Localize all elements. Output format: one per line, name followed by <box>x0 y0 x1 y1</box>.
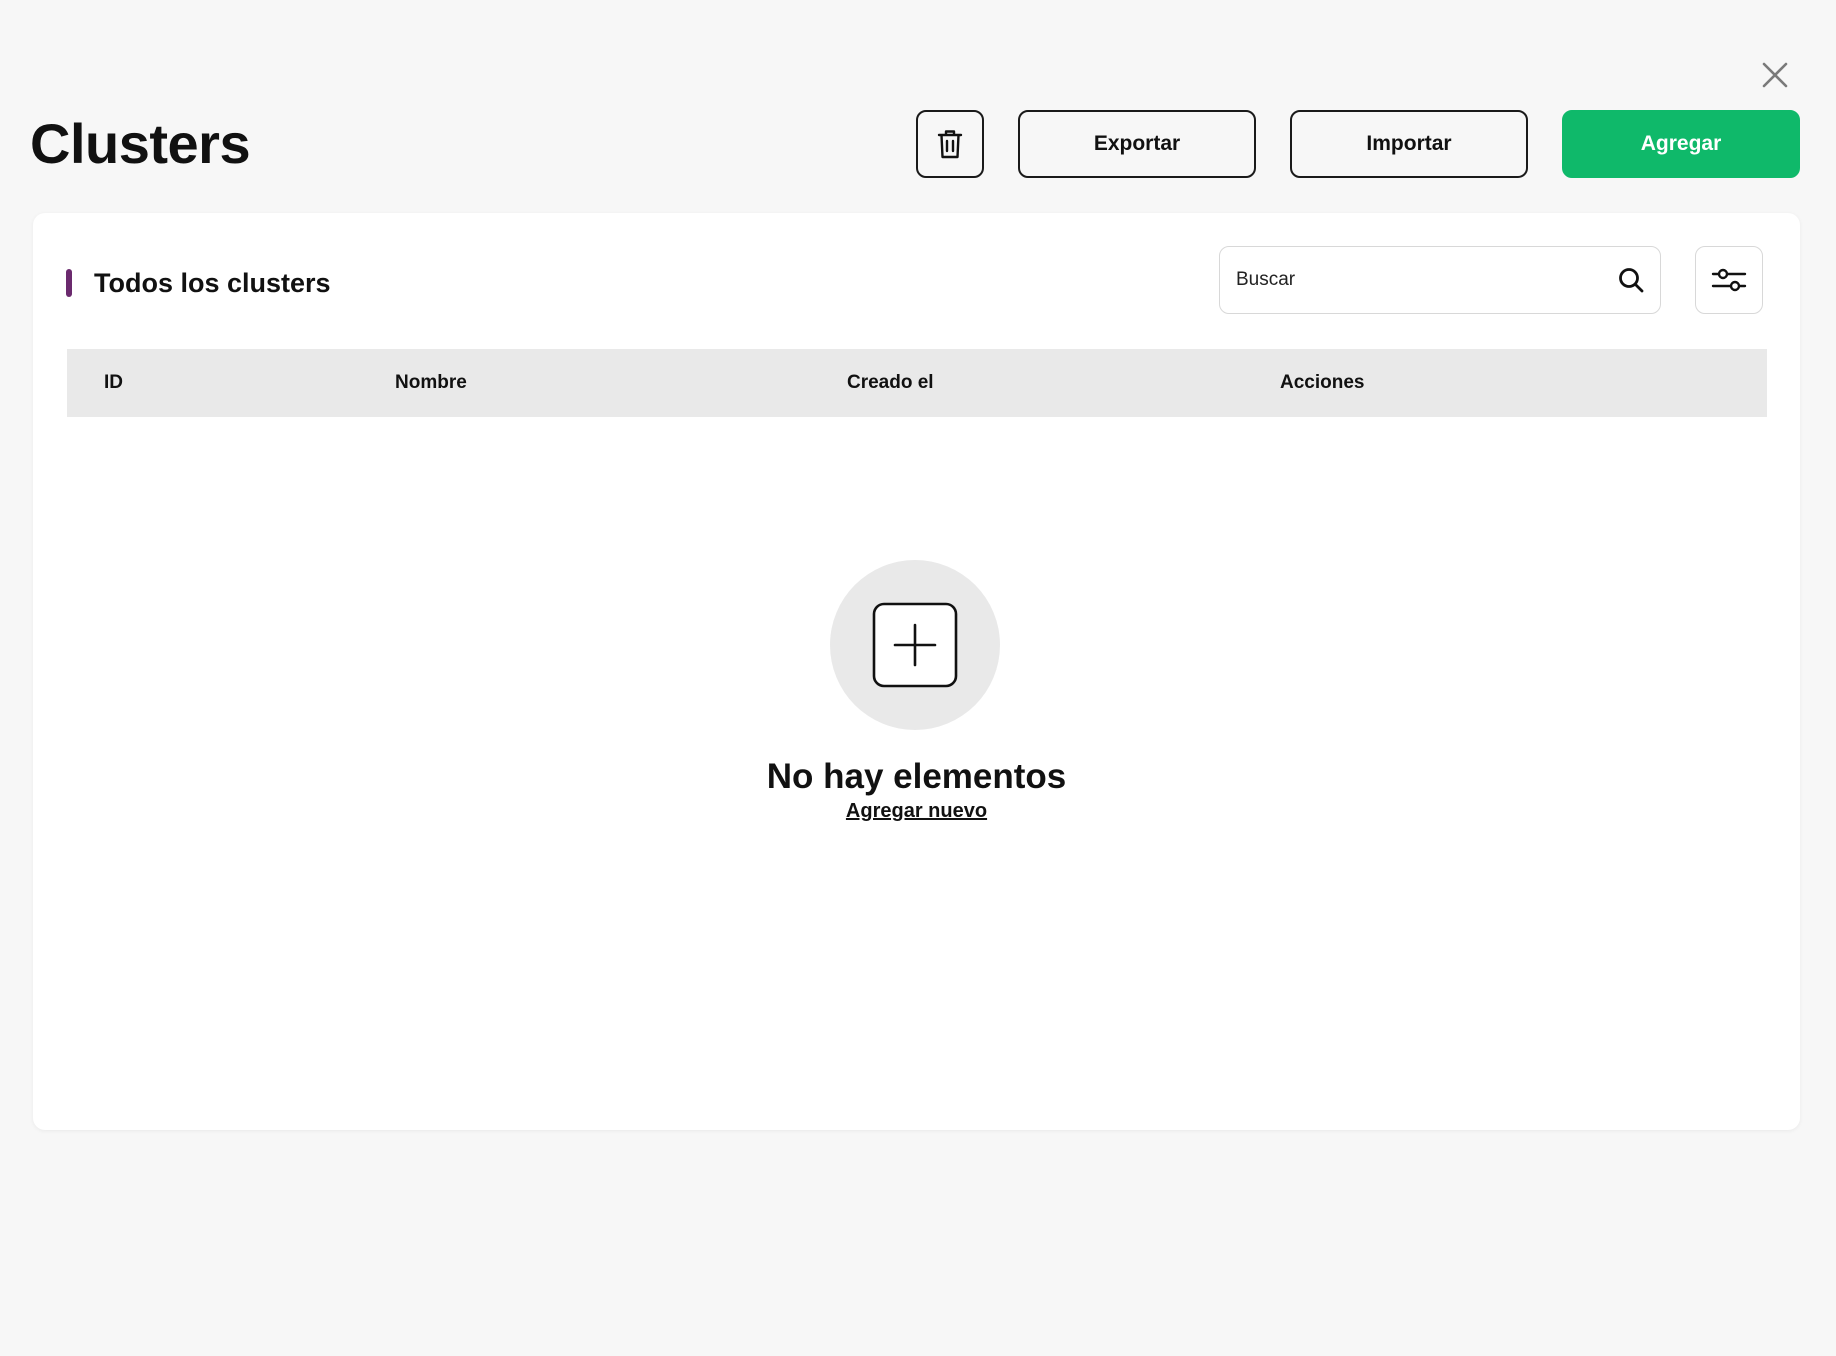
column-header-created[interactable]: Creado el <box>847 349 934 417</box>
add-button[interactable]: Agregar <box>1562 110 1800 178</box>
search-box <box>1219 246 1661 314</box>
column-header-id[interactable]: ID <box>104 349 123 417</box>
search-input[interactable] <box>1236 269 1616 291</box>
search-icon[interactable] <box>1616 265 1646 295</box>
column-header-name[interactable]: Nombre <box>395 349 467 417</box>
table-header: ID Nombre Creado el Acciones <box>67 349 1767 417</box>
page-title: Clusters <box>30 112 251 175</box>
clusters-card: Todos los clusters ID Nombre Creado el A… <box>33 213 1800 1130</box>
column-header-actions: Acciones <box>1280 372 1365 393</box>
export-button[interactable]: Exportar <box>1018 110 1256 178</box>
card-title: Todos los clusters <box>94 268 331 298</box>
sliders-icon <box>1711 268 1747 292</box>
card-accent-bar <box>66 269 72 297</box>
import-button[interactable]: Importar <box>1290 110 1528 178</box>
trash-icon <box>937 130 963 159</box>
close-icon <box>1762 62 1788 88</box>
add-square-icon <box>872 602 957 688</box>
close-button[interactable] <box>1758 58 1792 92</box>
add-new-link[interactable]: Agregar nuevo <box>846 800 987 823</box>
clusters-page: Clusters Exportar Importar Agregar Todos… <box>0 0 1836 1356</box>
delete-button[interactable] <box>916 110 984 178</box>
empty-state: No hay elementos Agregar nuevo <box>33 560 1800 823</box>
empty-state-illustration <box>829 560 1000 730</box>
filter-button[interactable] <box>1695 246 1763 314</box>
empty-state-title: No hay elementos <box>766 757 1067 796</box>
